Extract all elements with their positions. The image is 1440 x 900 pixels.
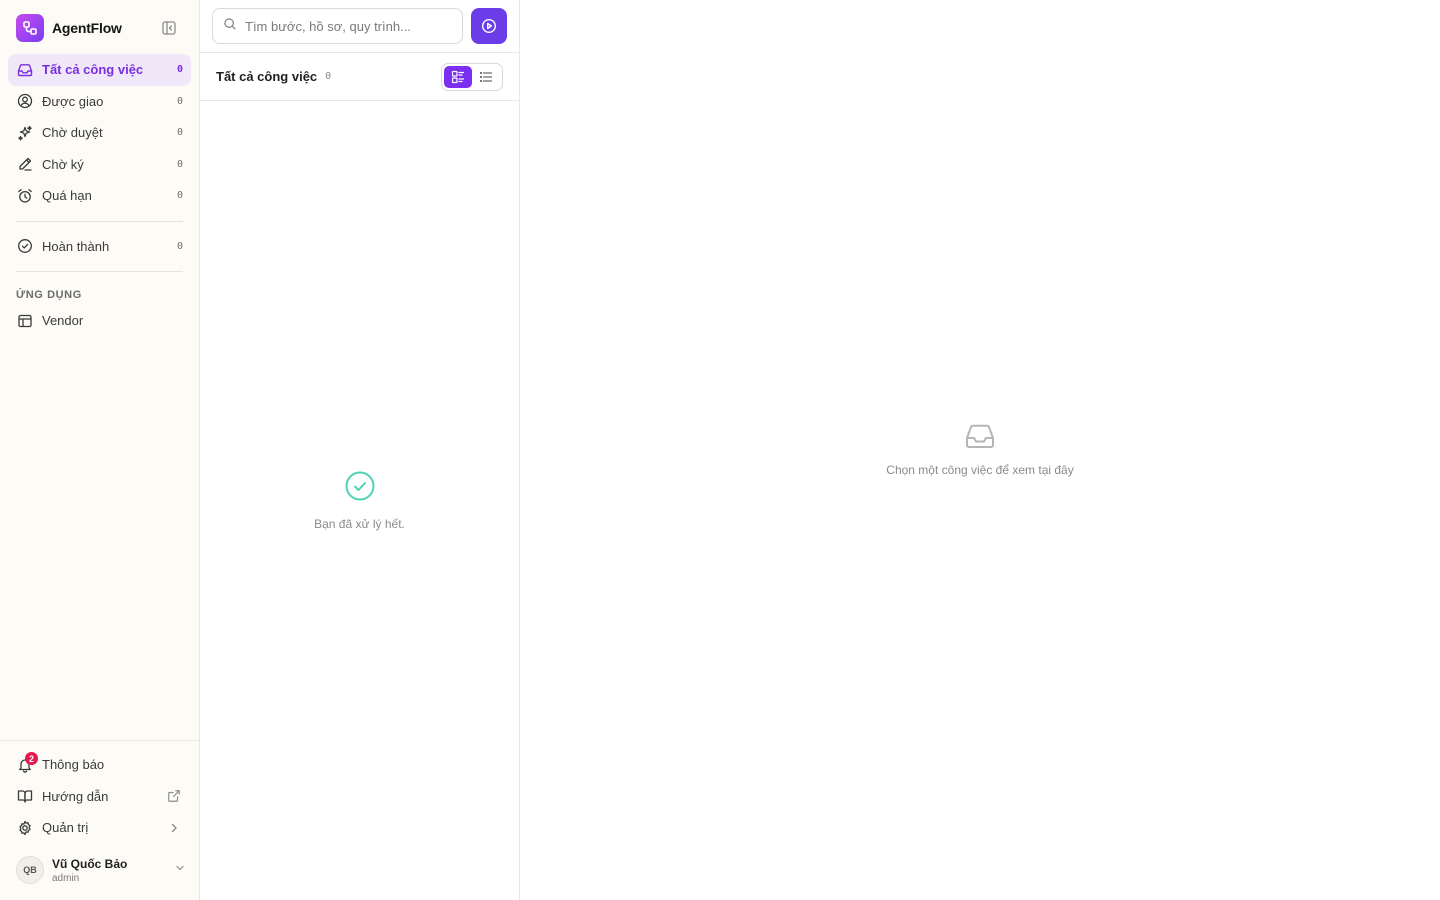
notification-badge: 2 <box>25 752 38 765</box>
user-role: admin <box>52 872 80 884</box>
nav-divider <box>16 220 183 222</box>
nav-item-assigned[interactable]: Được giao 0 <box>8 86 191 118</box>
nav-item-pending-signature[interactable]: Chờ ký 0 <box>8 149 191 181</box>
nav-item-count: 0 <box>176 64 183 76</box>
empty-list-message: Bạn đã xử lý hết. <box>314 517 405 531</box>
brand-name: AgentFlow <box>52 20 122 36</box>
search-row <box>212 8 507 44</box>
sidebar-collapse-icon <box>162 21 176 35</box>
list-count: 0 <box>325 71 332 82</box>
task-detail-pane: Chọn một công việc để xem tại đây <box>520 0 1440 900</box>
nav-item-pending-approval[interactable]: Chờ duyệt 0 <box>8 117 191 149</box>
task-list-pane: Tất cả công việc 0 <box>200 0 520 900</box>
empty-detail-message: Chọn một công việc để xem tại đây <box>886 463 1074 477</box>
list-title: Tất cả công việc <box>216 69 318 84</box>
list-header: Tất cả công việc 0 <box>200 52 519 101</box>
list-icon <box>479 71 493 83</box>
search-box[interactable] <box>212 8 463 44</box>
notifications-label: Thông báo <box>42 757 105 773</box>
guide-label: Hướng dẫn <box>42 788 109 804</box>
book-open-icon <box>16 787 34 805</box>
check-circle-icon <box>345 471 374 501</box>
inbox-icon <box>16 61 34 79</box>
pen-icon <box>16 155 34 173</box>
nav-item-label: Hoàn thành <box>42 238 110 254</box>
brand[interactable]: AgentFlow <box>16 14 122 42</box>
nav-item-label: Quá hạn <box>42 188 92 204</box>
apps-section-label: ỨNG DỤNG <box>16 289 82 301</box>
user-menu[interactable]: QB Vũ Quốc Bảo admin <box>16 854 186 886</box>
user-circle-icon <box>16 92 34 110</box>
nav-item-vendor[interactable]: Vendor <box>8 305 191 337</box>
sidebar-footer: 2 Thông báo Hướng dẫn Quản trị <box>0 740 199 844</box>
nav-item-count: 0 <box>176 190 183 202</box>
check-circle-icon <box>16 237 34 255</box>
gear-icon <box>16 819 34 837</box>
user-info: Vũ Quốc Bảo admin <box>52 857 174 884</box>
avatar: QB <box>16 856 44 884</box>
table-icon <box>16 312 34 330</box>
card-list-icon <box>451 70 465 84</box>
nav-item-overdue[interactable]: Quá hạn 0 <box>8 180 191 212</box>
workflow-logo-icon <box>16 14 44 42</box>
inbox-icon <box>966 424 994 448</box>
nav-item-count: 0 <box>176 95 183 107</box>
nav-divider <box>16 271 183 272</box>
admin-menu-button[interactable]: Quản trị <box>8 812 191 844</box>
nav-item-label: Chờ ký <box>42 156 84 172</box>
search-icon <box>223 17 237 36</box>
empty-detail-state: Chọn một công việc để xem tại đây <box>520 420 1440 477</box>
play-circle-icon <box>481 18 497 34</box>
nav-item-count: 0 <box>176 240 183 252</box>
notifications-button[interactable]: 2 Thông báo <box>8 749 191 781</box>
nav-item-completed[interactable]: Hoàn thành 0 <box>8 231 191 263</box>
search-input[interactable] <box>245 18 445 34</box>
chevron-down-icon <box>174 861 186 879</box>
nav-item-count: 0 <box>176 158 183 170</box>
external-link-icon <box>165 787 183 805</box>
compact-view-button[interactable] <box>472 66 500 88</box>
nav-item-all-tasks[interactable]: Tất cả công việc 0 <box>8 54 191 86</box>
empty-list-state: Bạn đã xử lý hết. <box>200 470 519 531</box>
main-nav: Tất cả công việc 0 Được giao 0 Chờ duyệt… <box>8 54 191 337</box>
sidebar: AgentFlow Tất cả công việc 0 Được giao 0… <box>0 0 200 900</box>
nav-item-label: Vendor <box>42 313 84 329</box>
view-toggle <box>441 63 503 91</box>
nav-item-label: Chờ duyệt <box>42 125 103 141</box>
collapse-sidebar-button[interactable] <box>160 19 178 37</box>
chevron-right-icon <box>165 819 183 837</box>
user-name: Vũ Quốc Bảo <box>52 856 128 871</box>
nav-item-label: Tất cả công việc <box>42 62 144 78</box>
alarm-clock-icon <box>16 187 34 205</box>
nav-item-count: 0 <box>176 127 183 139</box>
guide-link[interactable]: Hướng dẫn <box>8 781 191 813</box>
card-view-button[interactable] <box>444 66 472 88</box>
nav-item-label: Được giao <box>42 93 104 109</box>
sparkles-icon <box>16 124 34 142</box>
run-workflow-button[interactable] <box>471 8 507 44</box>
admin-label: Quản trị <box>42 820 89 836</box>
